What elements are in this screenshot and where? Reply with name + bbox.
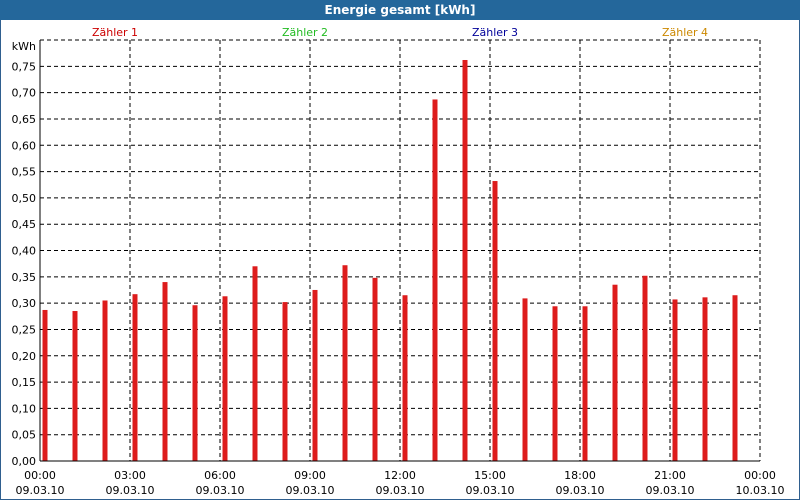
legend-item: Zähler 2 bbox=[282, 26, 328, 39]
bar bbox=[702, 297, 708, 461]
y-tick-label: 0,65 bbox=[12, 113, 37, 126]
x-tick-time: 21:00 bbox=[654, 469, 686, 482]
x-tick-time: 18:00 bbox=[564, 469, 596, 482]
x-tick-time: 00:00 bbox=[744, 469, 776, 482]
bar bbox=[222, 296, 228, 461]
bar bbox=[312, 289, 318, 461]
bar bbox=[582, 306, 588, 461]
x-tick-date: 09.03.10 bbox=[286, 484, 335, 497]
y-ticks: 0,00 0,05 0,10 0,15 0,20 0,25 0,30 0,35 0,40 0,45… bbox=[12, 60, 37, 468]
y-tick-label: 0,35 bbox=[12, 271, 37, 284]
gridlines bbox=[40, 39, 761, 461]
bar bbox=[732, 295, 738, 461]
y-tick-label: 0,75 bbox=[12, 60, 37, 73]
x-tick-date: 09.03.10 bbox=[556, 484, 605, 497]
y-tick-label: 0,30 bbox=[12, 297, 37, 310]
energy-chart: Zähler 1 Zähler 2 Zähler 3 Zähler 4 kWh 0,0… bbox=[12, 26, 785, 497]
bar bbox=[372, 277, 378, 461]
bar bbox=[192, 305, 198, 461]
y-tick-label: 0,50 bbox=[12, 192, 37, 205]
x-tick-date: 09.03.10 bbox=[466, 484, 515, 497]
x-tick-date: 09.03.10 bbox=[16, 484, 65, 497]
x-tick-time: 09:00 bbox=[294, 469, 326, 482]
bar bbox=[642, 275, 648, 461]
y-tick-label: 0,55 bbox=[12, 166, 37, 179]
y-tick-label: 0,00 bbox=[12, 455, 37, 468]
bar bbox=[462, 59, 468, 462]
y-tick-label: 0,15 bbox=[12, 376, 37, 389]
bar bbox=[552, 306, 558, 461]
x-tick-date: 09.03.10 bbox=[196, 484, 245, 497]
bar bbox=[522, 298, 528, 461]
y-tick-label: 0,10 bbox=[12, 402, 37, 415]
x-tick-date: 10.03.10 bbox=[736, 484, 785, 497]
bar bbox=[282, 302, 288, 461]
bar bbox=[162, 282, 168, 461]
legend: Zähler 1 Zähler 2 Zähler 3 Zähler 4 bbox=[92, 26, 708, 39]
bar bbox=[402, 295, 408, 461]
x-tick-time: 06:00 bbox=[204, 469, 236, 482]
bar bbox=[252, 266, 258, 461]
bars bbox=[42, 59, 738, 462]
legend-item: Zähler 3 bbox=[472, 26, 518, 39]
y-tick-label: 0,20 bbox=[12, 350, 37, 363]
legend-item: Zähler 1 bbox=[92, 26, 138, 39]
x-tick-time: 03:00 bbox=[114, 469, 146, 482]
bar bbox=[342, 265, 348, 461]
bar bbox=[132, 294, 138, 461]
x-tick-date: 09.03.10 bbox=[106, 484, 155, 497]
y-tick-label: 0,05 bbox=[12, 429, 37, 442]
bar bbox=[72, 311, 78, 461]
bar bbox=[102, 300, 108, 461]
bar bbox=[432, 99, 438, 461]
x-tick-time: 12:00 bbox=[384, 469, 416, 482]
bar bbox=[612, 284, 618, 461]
legend-item: Zähler 4 bbox=[662, 26, 708, 39]
x-tick-date: 09.03.10 bbox=[646, 484, 695, 497]
bar bbox=[42, 309, 48, 461]
x-ticks: 00:00 09.03.10 03:00 09.03.10 06:00 09.03.10 0… bbox=[16, 469, 785, 497]
x-tick-time: 00:00 bbox=[24, 469, 56, 482]
bar bbox=[672, 299, 678, 461]
y-tick-label: 0,25 bbox=[12, 323, 37, 336]
y-axis-label: kWh bbox=[12, 40, 36, 53]
y-tick-label: 0,40 bbox=[12, 245, 37, 258]
x-tick-time: 15:00 bbox=[474, 469, 506, 482]
x-tick-date: 09.03.10 bbox=[376, 484, 425, 497]
y-tick-label: 0,70 bbox=[12, 87, 37, 100]
bar bbox=[492, 181, 498, 461]
y-tick-label: 0,45 bbox=[12, 218, 37, 231]
y-tick-label: 0,60 bbox=[12, 139, 37, 152]
